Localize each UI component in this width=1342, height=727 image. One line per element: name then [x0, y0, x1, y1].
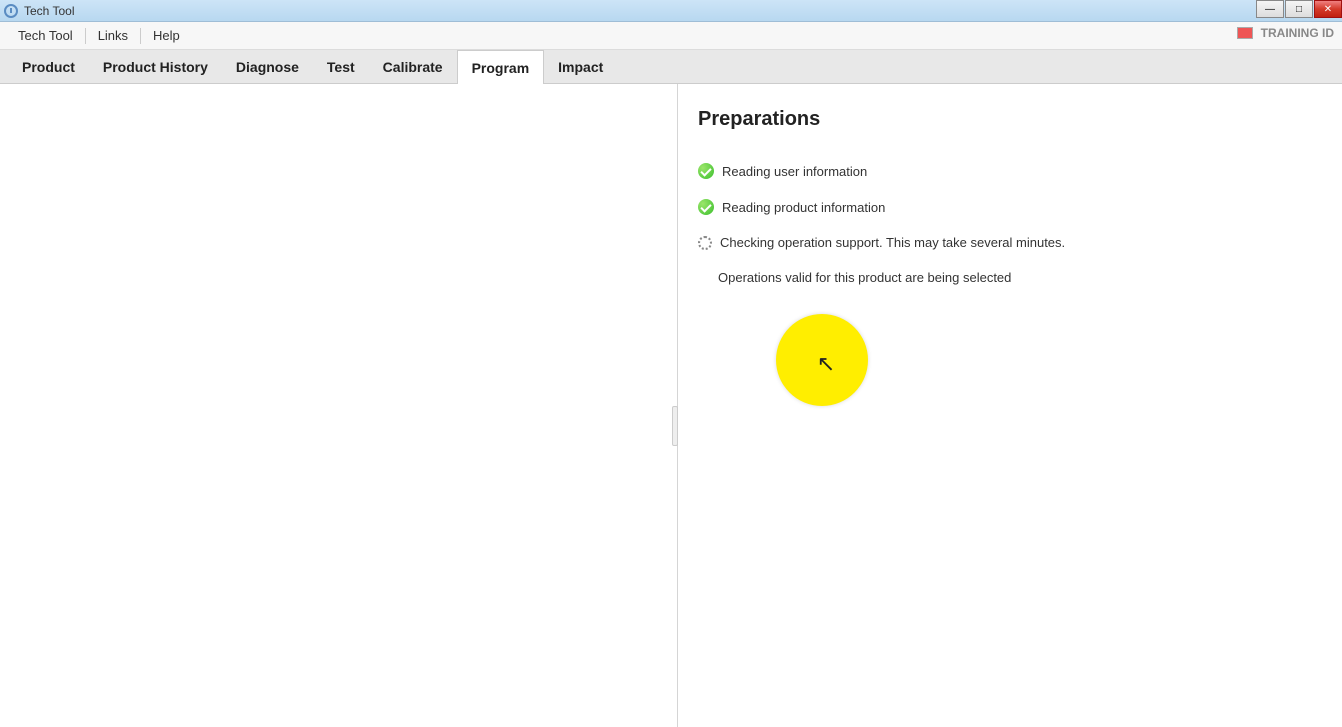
maximize-button[interactable]: □	[1285, 0, 1313, 18]
window-title: Tech Tool	[24, 4, 74, 18]
tab-program[interactable]: Program	[457, 50, 545, 84]
status-label: TRAINING ID	[1261, 26, 1334, 40]
menu-separator	[140, 28, 141, 44]
tab-diagnose[interactable]: Diagnose	[222, 50, 313, 83]
tab-calibrate[interactable]: Calibrate	[369, 50, 457, 83]
tab-test[interactable]: Test	[313, 50, 369, 83]
sub-status-text: Operations valid for this product are be…	[718, 270, 1322, 285]
step-row: Reading product information	[698, 199, 1322, 215]
step-label: Reading product information	[722, 200, 885, 215]
step-row: Reading user information	[698, 163, 1322, 179]
app-icon	[4, 4, 18, 18]
tab-product-history[interactable]: Product History	[89, 50, 222, 83]
step-label: Checking operation support. This may tak…	[720, 235, 1065, 250]
flag-icon	[1237, 27, 1253, 39]
status-area: TRAINING ID	[1237, 26, 1334, 40]
check-icon	[698, 199, 714, 215]
content-area: Preparations Reading user information Re…	[0, 84, 1342, 727]
step-label: Reading user information	[722, 164, 867, 179]
close-button[interactable]: ✕	[1314, 0, 1342, 18]
menu-bar: Tech Tool Links Help TRAINING ID	[0, 22, 1342, 50]
cursor-icon: ↖	[817, 351, 835, 377]
title-bar: Tech Tool — □ ✕	[0, 0, 1342, 22]
preparations-heading: Preparations	[698, 108, 1322, 131]
menu-help[interactable]: Help	[143, 24, 190, 47]
tab-product[interactable]: Product	[8, 50, 89, 83]
menu-techtool[interactable]: Tech Tool	[8, 24, 83, 47]
window-controls: — □ ✕	[1255, 0, 1342, 20]
tab-impact[interactable]: Impact	[544, 50, 617, 83]
spinner-icon	[698, 236, 712, 250]
menu-links[interactable]: Links	[88, 24, 138, 47]
tab-bar: Product Product History Diagnose Test Ca…	[0, 50, 1342, 84]
menu-separator	[85, 28, 86, 44]
step-row: Checking operation support. This may tak…	[698, 235, 1322, 250]
right-pane: Preparations Reading user information Re…	[678, 84, 1342, 727]
left-pane	[0, 84, 678, 727]
minimize-button[interactable]: —	[1256, 0, 1284, 18]
cursor-highlight: ↖	[776, 314, 868, 406]
check-icon	[698, 163, 714, 179]
